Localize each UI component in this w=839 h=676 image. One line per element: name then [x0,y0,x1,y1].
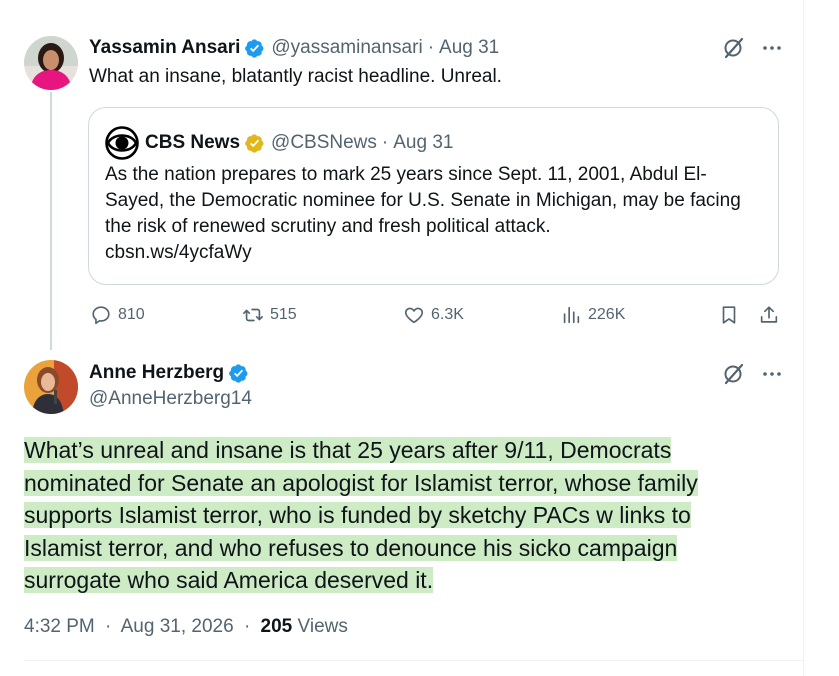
author-name[interactable]: Anne Herzberg [89,362,224,384]
separator: · [381,132,389,153]
quoted-author-handle[interactable]: @CBSNews [271,132,377,154]
share-icon [760,306,778,323]
thread-connector-line [50,92,52,350]
reply-button[interactable]: 810 [90,304,145,326]
quoted-tweet-header: CBS News @CBSNews · Aug 31 [105,126,453,160]
tweet1-text: What an insane, blatantly racist headlin… [89,66,502,87]
repost-button[interactable]: 515 [242,304,297,326]
tweet1-top-actions [722,36,784,60]
heart-icon [404,307,424,324]
bookmark-icon [722,306,736,324]
anne-avatar[interactable] [24,360,78,414]
tweet2-meta: 4:32 PM · Aug 31, 2026 · 205 Views [24,616,348,638]
verified-badge-icon[interactable] [228,363,249,384]
analytics-icon [563,306,580,324]
tweet2-top-actions [722,362,784,386]
like-button[interactable]: 6.3K [403,304,464,326]
views-count: 226K [588,306,626,323]
quoted-tweet-body: As the nation prepares to mark 25 years … [105,164,741,237]
grok-icon[interactable] [722,36,746,60]
quoted-tweet-link[interactable]: cbsn.ws/4ycfaWy [105,242,252,263]
like-count: 6.3K [431,306,464,323]
more-icon[interactable] [760,36,784,60]
views-button[interactable]: 226K [560,304,625,326]
user-avatar [24,36,78,90]
repost-icon [243,308,263,322]
tweet-full-date[interactable]: Aug 31, 2026 [121,616,234,637]
tweet-date[interactable]: Aug 31 [439,37,499,59]
reply-icon [92,306,110,325]
author-handle[interactable]: @yassaminansari [271,37,422,59]
tweet1-header: Yassamin Ansari @yassaminansari · Aug 31 [89,36,499,60]
quoted-author-name[interactable]: CBS News [145,132,240,154]
quoted-tweet-text: As the nation prepares to mark 25 years … [105,162,755,266]
separator: · [243,616,251,637]
reply-count: 810 [118,306,145,323]
yassamin-avatar[interactable] [24,36,78,90]
tweet-time[interactable]: 4:32 PM [24,616,95,637]
view-count: 205 [260,616,293,637]
divider [24,660,803,661]
tweet2-text: What’s unreal and insane is that 25 year… [24,434,754,597]
views-label: Views [297,616,348,637]
quoted-tweet-card[interactable]: CBS News @CBSNews · Aug 31 As the nation… [88,107,779,285]
tweet1-engagement-bar: 810 515 6.3K 226K [90,304,782,330]
gold-verified-badge-icon[interactable] [244,133,265,154]
user-avatar [24,360,78,414]
verified-badge-icon[interactable] [244,38,265,59]
separator: · [105,616,112,637]
grok-icon[interactable] [722,362,746,386]
quoted-tweet-date[interactable]: Aug 31 [393,132,453,154]
author-handle[interactable]: @AnneHerzberg14 [89,388,252,410]
separator: · [427,37,435,58]
tweet-thread: Yassamin Ansari @yassaminansari · Aug 31… [0,0,804,676]
more-icon[interactable] [760,362,784,386]
repost-count: 515 [270,306,297,323]
cbs-eye-logo [105,126,139,160]
tweet2-header: Anne Herzberg [89,362,249,384]
bookmark-button[interactable] [718,304,746,326]
share-button[interactable] [758,304,786,326]
author-name[interactable]: Yassamin Ansari [89,37,240,59]
highlighted-text: What’s unreal and insane is that 25 year… [24,437,698,593]
